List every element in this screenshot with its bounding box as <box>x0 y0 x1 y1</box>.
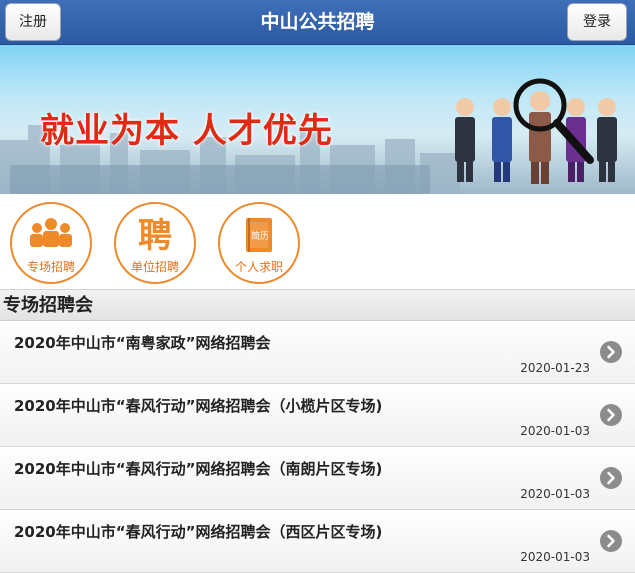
category-label: 专场招聘 <box>26 260 75 274</box>
login-button[interactable]: 登录 <box>567 3 627 41</box>
jobfair-title: 2020年中山市“春风行动”网络招聘会（南朗片区专场) <box>14 460 383 478</box>
recruit-character-icon: 聘 <box>116 214 194 256</box>
app-header: 注册 中山公共招聘 登录 <box>0 0 635 45</box>
page-title: 中山公共招聘 <box>260 11 375 33</box>
list-item[interactable]: 2020年中山市“南粤家政”网络招聘会 2020-01-23 <box>0 321 635 384</box>
business-people-illustration <box>455 91 617 184</box>
section-title: 专场招聘会 <box>3 295 93 316</box>
jobfair-date: 2020-01-03 <box>520 487 590 501</box>
category-label: 个人求职 <box>234 260 283 274</box>
category-jobseeker[interactable]: 简历 个人求职 <box>218 202 300 284</box>
people-group-icon <box>12 214 90 254</box>
category-jobfair[interactable]: 专场招聘 <box>10 202 92 284</box>
category-employer[interactable]: 聘 单位招聘 <box>114 202 196 284</box>
jobfair-title: 2020年中山市“南粤家政”网络招聘会 <box>14 334 271 352</box>
recruit-glyph: 聘 <box>138 216 172 254</box>
banner-slogan: 就业为本 人才优先 <box>40 111 333 151</box>
chevron-right-icon <box>600 467 622 489</box>
list-item[interactable]: 2020年中山市“春风行动”网络招聘会（南朗片区专场) 2020-01-03 <box>0 447 635 510</box>
jobfair-date: 2020-01-03 <box>520 550 590 564</box>
jobfair-date: 2020-01-23 <box>520 361 590 375</box>
jobfair-date: 2020-01-03 <box>520 424 590 438</box>
resume-book-icon: 简历 <box>220 214 298 254</box>
list-item[interactable]: 2020年中山市“春风行动”网络招聘会（小榄片区专场) 2020-01-03 <box>0 384 635 447</box>
jobfair-title: 2020年中山市“春风行动”网络招聘会（小榄片区专场) <box>14 397 383 415</box>
hero-banner[interactable]: 就业为本 人才优先 <box>0 45 635 194</box>
category-label: 单位招聘 <box>130 260 179 274</box>
jobfair-title: 2020年中山市“春风行动”网络招聘会（西区片区专场) <box>14 523 383 541</box>
list-item[interactable]: 2020年中山市“春风行动”网络招聘会（西区片区专场) 2020-01-03 <box>0 510 635 573</box>
section-heading: 专场招聘会 <box>0 289 635 321</box>
chevron-right-icon <box>600 341 622 363</box>
register-button[interactable]: 注册 <box>5 3 61 41</box>
chevron-right-icon <box>600 404 622 426</box>
category-nav: 专场招聘 聘 单位招聘 简历 个人求职 <box>0 194 635 289</box>
resume-glyph: 简历 <box>251 230 269 242</box>
chevron-right-icon <box>600 530 622 552</box>
